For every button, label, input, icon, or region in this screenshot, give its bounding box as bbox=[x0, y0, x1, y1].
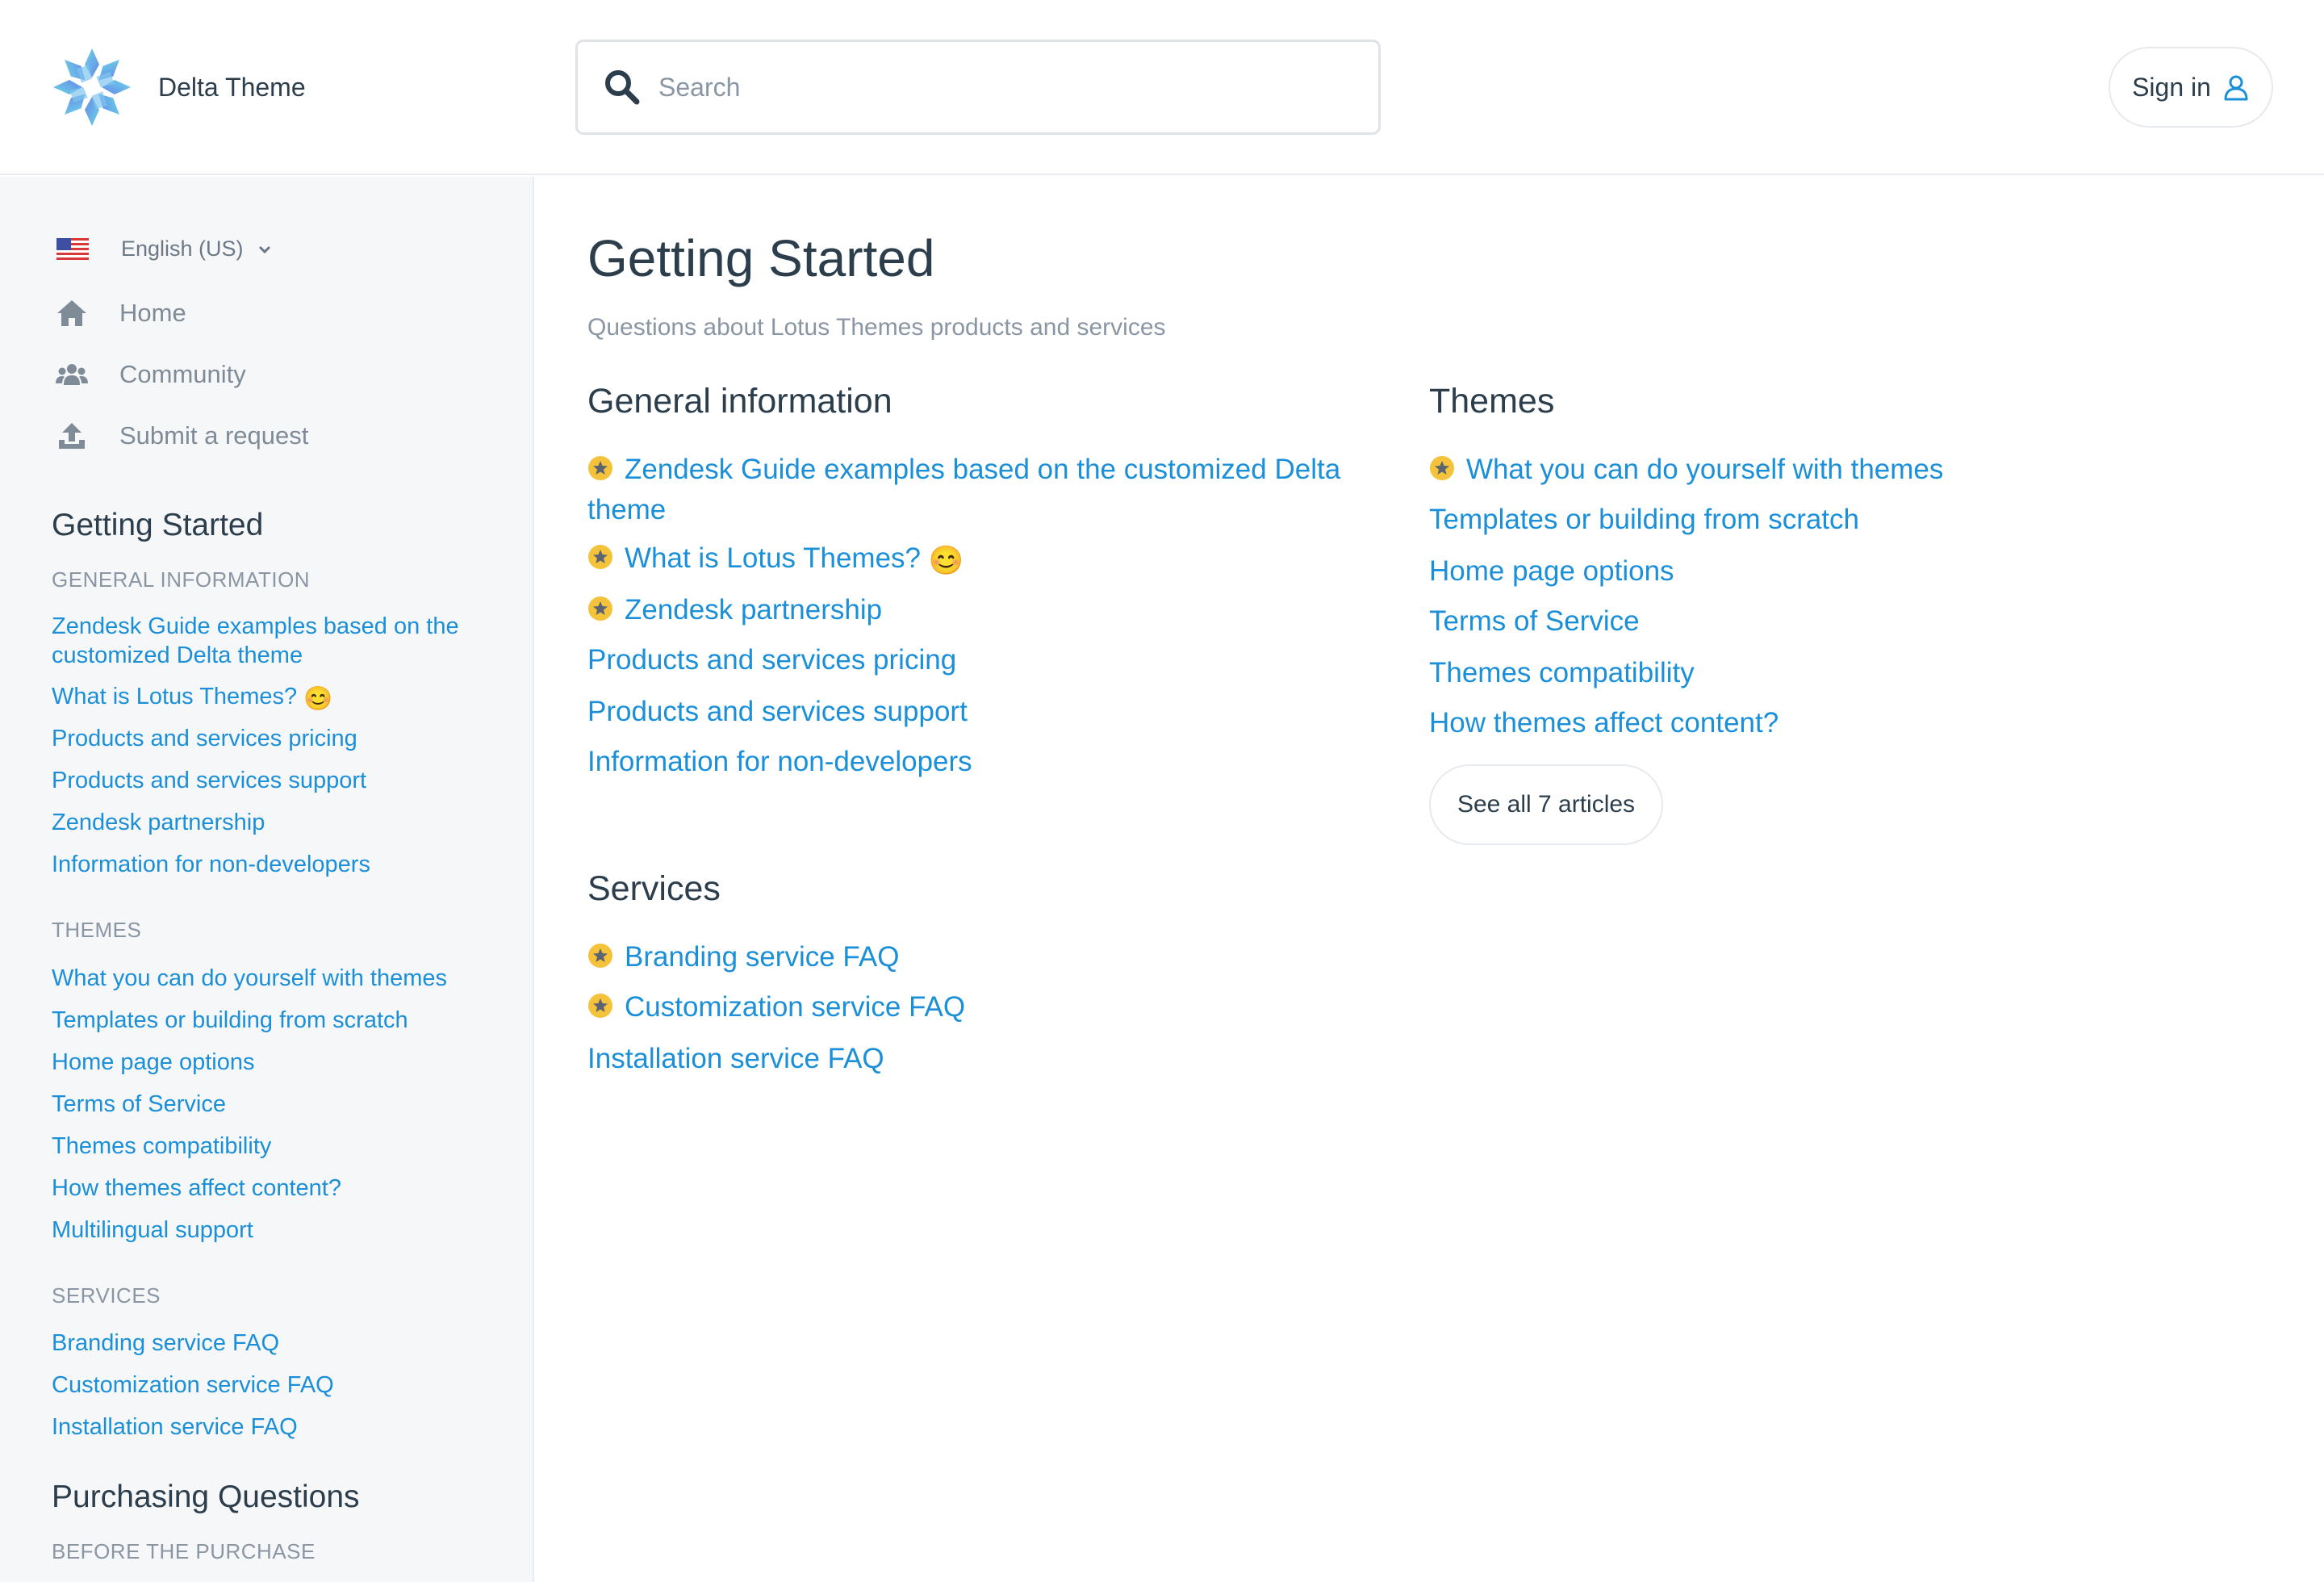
article-link-terms-of-service[interactable]: Terms of Service bbox=[1429, 601, 1640, 642]
brand-link[interactable]: Delta Theme bbox=[50, 45, 306, 129]
sidebar-link-products-support[interactable]: Products and services support bbox=[52, 766, 487, 795]
sidebar-link-products-pricing[interactable]: Products and services pricing bbox=[52, 724, 487, 753]
article-link-installation-faq[interactable]: Installation service FAQ bbox=[587, 1039, 884, 1079]
sidebar-link-installation-faq[interactable]: Installation service FAQ bbox=[52, 1412, 487, 1442]
see-all-articles-button[interactable]: See all 7 articles bbox=[1429, 764, 1663, 845]
promoted-star-icon bbox=[588, 944, 612, 968]
article-link-customization-faq[interactable]: Customization service FAQ bbox=[587, 987, 965, 1027]
search-box bbox=[575, 40, 1381, 135]
smile-emoji-icon: 😊 bbox=[928, 545, 964, 576]
sidebar-link-non-developers[interactable]: Information for non-developers bbox=[52, 850, 487, 879]
sidebar: English (US) Home Community Submit a req… bbox=[0, 177, 534, 1582]
sidebar-nav-community-label: Community bbox=[119, 360, 246, 388]
article-label: What is Lotus Themes? bbox=[625, 542, 922, 574]
sidebar-nav-submit-request-label: Submit a request bbox=[119, 421, 309, 450]
sidebar-link-multilingual-support[interactable]: Multilingual support bbox=[52, 1216, 487, 1245]
sidebar-link-label: What is Lotus Themes? bbox=[52, 684, 298, 709]
article-link-zendesk-guide-examples[interactable]: Zendesk Guide examples based on the cust… bbox=[587, 450, 1354, 530]
article-label: Branding service FAQ bbox=[625, 941, 900, 973]
sidebar-nav-submit-request[interactable]: Submit a request bbox=[55, 421, 308, 451]
sidebar-category-general-information[interactable]: GENERAL INFORMATION bbox=[52, 567, 310, 592]
sidebar-link-what-you-can-do[interactable]: What you can do yourself with themes bbox=[52, 964, 487, 993]
community-icon bbox=[56, 364, 88, 385]
sidebar-section-getting-started[interactable]: Getting Started bbox=[52, 508, 263, 543]
user-icon bbox=[2224, 75, 2248, 101]
chevron-down-icon bbox=[258, 245, 270, 253]
brand-name: Delta Theme bbox=[158, 72, 306, 102]
sign-in-button[interactable]: Sign in bbox=[2109, 47, 2273, 128]
sidebar-link-what-is-lotus-themes[interactable]: What is Lotus Themes? 😊 bbox=[52, 682, 487, 714]
sidebar-section-purchasing-questions[interactable]: Purchasing Questions bbox=[52, 1479, 360, 1515]
section-title-services[interactable]: Services bbox=[587, 869, 721, 909]
smile-emoji-icon: 😊 bbox=[303, 686, 333, 712]
sidebar-category-themes[interactable]: THEMES bbox=[52, 918, 141, 943]
article-link-branding-faq[interactable]: Branding service FAQ bbox=[587, 937, 899, 977]
search-input[interactable] bbox=[657, 71, 1351, 103]
sidebar-nav-home-label: Home bbox=[119, 299, 186, 327]
sidebar-link-zendesk-partnership[interactable]: Zendesk partnership bbox=[52, 808, 487, 837]
article-link-what-is-lotus-themes[interactable]: What is Lotus Themes? 😊 bbox=[587, 538, 963, 581]
sidebar-link-templates[interactable]: Templates or building from scratch bbox=[52, 1006, 487, 1035]
home-icon bbox=[57, 300, 86, 326]
promoted-star-icon bbox=[588, 456, 612, 480]
sign-in-label: Sign in bbox=[2132, 72, 2211, 102]
sidebar-category-before-purchase[interactable]: BEFORE THE PURCHASE bbox=[52, 1539, 316, 1564]
sidebar-link-branding-faq[interactable]: Branding service FAQ bbox=[52, 1329, 487, 1358]
sidebar-category-services[interactable]: SERVICES bbox=[52, 1283, 161, 1308]
article-link-products-support[interactable]: Products and services support bbox=[587, 692, 968, 732]
page-title: Getting Started bbox=[587, 229, 935, 287]
us-flag-icon bbox=[56, 238, 89, 260]
language-selector[interactable]: English (US) bbox=[56, 236, 273, 262]
section-title-themes[interactable]: Themes bbox=[1429, 382, 1554, 421]
promoted-star-icon bbox=[1430, 456, 1454, 480]
article-link-themes-affect-content[interactable]: How themes affect content? bbox=[1429, 703, 1779, 743]
section-title-general-information[interactable]: General information bbox=[587, 382, 892, 421]
upload-icon bbox=[59, 423, 85, 449]
article-label: What you can do yourself with themes bbox=[1466, 454, 1944, 485]
promoted-star-icon bbox=[588, 596, 612, 621]
search-icon bbox=[605, 70, 640, 105]
article-link-home-page-options[interactable]: Home page options bbox=[1429, 551, 1674, 592]
promoted-star-icon bbox=[588, 994, 612, 1018]
article-label: Customization service FAQ bbox=[625, 991, 966, 1023]
sidebar-link-zendesk-guide-examples[interactable]: Zendesk Guide examples based on the cust… bbox=[52, 612, 487, 670]
sidebar-link-themes-affect-content[interactable]: How themes affect content? bbox=[52, 1174, 487, 1203]
article-link-zendesk-partnership[interactable]: Zendesk partnership bbox=[587, 590, 882, 630]
sidebar-link-themes-compatibility[interactable]: Themes compatibility bbox=[52, 1132, 487, 1161]
page-subtitle: Questions about Lotus Themes products an… bbox=[587, 314, 1166, 341]
language-label: English (US) bbox=[121, 236, 244, 261]
promoted-star-icon bbox=[588, 545, 612, 569]
article-label: Zendesk Guide examples based on the cust… bbox=[587, 454, 1341, 525]
sidebar-link-home-page-options[interactable]: Home page options bbox=[52, 1048, 487, 1077]
article-label: Zendesk partnership bbox=[625, 594, 883, 626]
main-content: Getting Started Questions about Lotus Th… bbox=[536, 177, 2324, 1582]
delta-logo-icon bbox=[53, 48, 131, 126]
article-link-templates[interactable]: Templates or building from scratch bbox=[1429, 500, 1859, 540]
site-header: Delta Theme Sign in bbox=[0, 0, 2324, 175]
sidebar-link-customization-faq[interactable]: Customization service FAQ bbox=[52, 1371, 487, 1400]
sidebar-nav-home[interactable]: Home bbox=[55, 298, 186, 329]
sidebar-link-terms-of-service[interactable]: Terms of Service bbox=[52, 1090, 487, 1119]
article-link-non-developers[interactable]: Information for non-developers bbox=[587, 742, 972, 782]
sidebar-nav-community[interactable]: Community bbox=[55, 359, 246, 390]
article-link-what-you-can-do[interactable]: What you can do yourself with themes bbox=[1429, 450, 1943, 490]
article-link-themes-compatibility[interactable]: Themes compatibility bbox=[1429, 653, 1695, 693]
article-link-products-pricing[interactable]: Products and services pricing bbox=[587, 640, 956, 680]
